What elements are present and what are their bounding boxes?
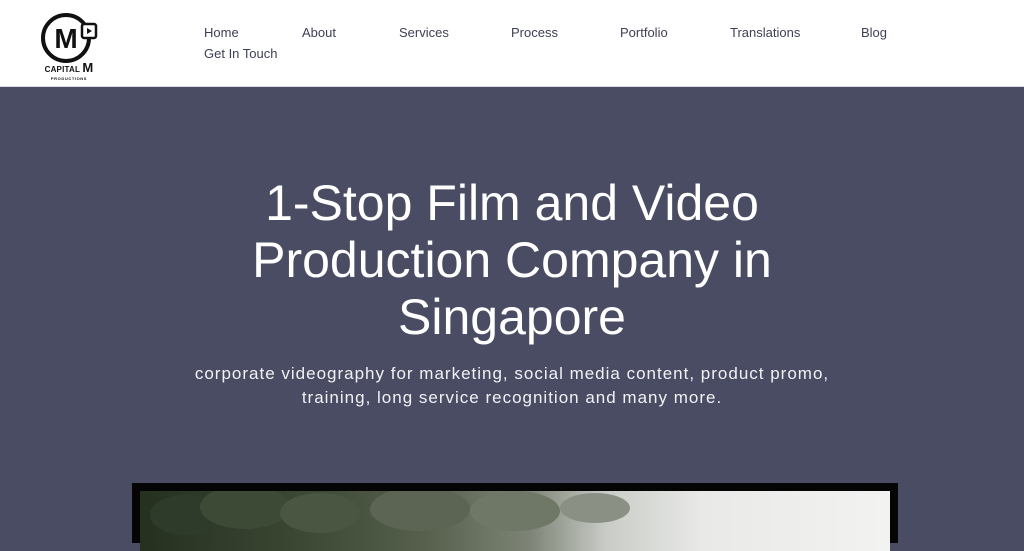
nav-about[interactable]: About — [302, 25, 336, 40]
nav-get-in-touch[interactable]: Get In Touch — [204, 46, 277, 61]
nav-translations[interactable]: Translations — [730, 25, 800, 40]
logo-wordmark: CAPITAL M — [44, 60, 94, 75]
capital-m-logo[interactable]: M CAPITAL M PRODUCTIONS — [38, 12, 100, 82]
hero-subtitle: corporate videography for marketing, soc… — [194, 364, 830, 407]
hero-video[interactable] — [132, 483, 898, 551]
logo-mark-icon: M — [41, 13, 98, 63]
video-thumbnail — [140, 491, 890, 551]
site-header: M CAPITAL M PRODUCTIONS Home About Servi… — [0, 0, 1024, 87]
hero-title: 1-Stop Film and Video Production Company… — [252, 175, 772, 345]
nav-portfolio[interactable]: Portfolio — [620, 25, 668, 40]
nav-blog[interactable]: Blog — [861, 25, 887, 40]
logo-tagline: PRODUCTIONS — [50, 76, 88, 81]
svg-text:M: M — [54, 23, 77, 54]
nav-services[interactable]: Services — [399, 25, 449, 40]
nav-process[interactable]: Process — [511, 25, 558, 40]
nav-home[interactable]: Home — [204, 25, 239, 40]
